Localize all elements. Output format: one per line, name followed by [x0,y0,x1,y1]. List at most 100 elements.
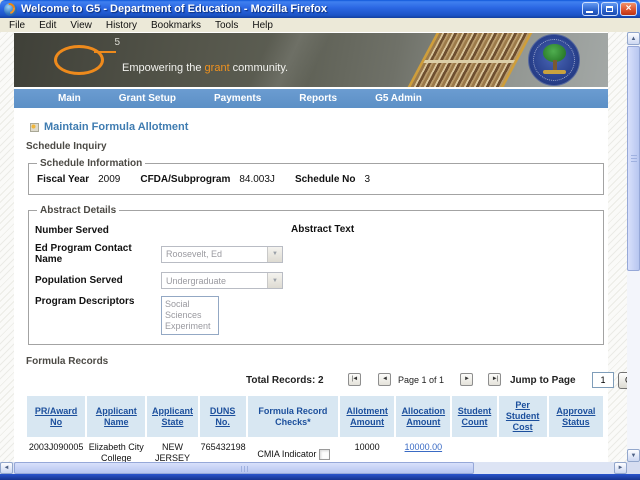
population-served-select[interactable]: Undergraduate ▼ [161,272,283,289]
page-title-row: Maintain Formula Allotment [30,121,606,133]
scrollbar-corner [627,462,640,474]
allocation-amount-link[interactable]: 10000.00 [405,442,443,452]
col-header-applicant-state[interactable]: Applicant State [147,396,197,437]
descriptor-option[interactable]: Social Sciences [165,299,215,321]
page-viewport: 5 Empowering the grant community. Main G… [0,32,627,462]
col-header-applicant-name[interactable]: Applicant Name [87,396,145,437]
col-header-link[interactable]: Allotment Amount [346,406,388,427]
abstract-details-fieldset: Abstract Details Abstract Text Number Se… [28,205,604,345]
cmia-indicator-checkbox[interactable] [319,449,330,460]
schedule-information-legend: Schedule Information [37,158,145,169]
cell-applicant-name: Elizabeth City College [87,439,145,462]
contact-name-value: Roosevelt, Ed [162,249,267,259]
menu-item-edit[interactable]: Edit [32,20,63,31]
tagline-pre: Empowering the [122,62,205,74]
scrollbar-grip-icon [241,466,249,472]
col-header-approval-status[interactable]: Approval Status [549,396,603,437]
scroll-down-button[interactable]: ▼ [627,449,640,462]
horizontal-scrollbar[interactable]: ◄ ► [0,462,627,474]
col-header-pr-award-no[interactable]: PR/Award No [27,396,85,437]
cmia-indicator-label: CMIA Indicator [249,449,319,460]
cmia-check-row: CMIA Indicator [249,442,337,462]
col-header-link[interactable]: Applicant State [152,406,193,427]
vertical-scrollbar-thumb[interactable] [627,46,640,271]
last-page-button[interactable]: ►| [488,373,501,386]
cell-duns-no: 765432198 [200,439,246,462]
nav-item-payments[interactable]: Payments [214,93,261,104]
col-header-allocation-amount[interactable]: Allocation Amount [396,396,450,437]
chevron-down-icon: ▼ [267,273,282,288]
cell-cmia-indicator: CMIA Indicator [248,439,338,462]
fiscal-year-field: Fiscal Year 2009 [37,174,120,185]
col-header-link[interactable]: Student Count [458,406,492,427]
window-title: Welcome to G5 - Department of Education … [21,3,580,15]
titlebar[interactable]: Welcome to G5 - Department of Education … [0,0,640,18]
scroll-left-button[interactable]: ◄ [0,462,13,474]
minimize-button[interactable] [582,2,599,16]
contact-name-row: Ed Program Contact Name Roosevelt, Ed ▼ [35,243,597,265]
col-header-link[interactable]: Allocation Amount [402,406,446,427]
table-row: 2003J090005 Elizabeth City College NEW J… [27,439,603,462]
cell-allotment-amount: 10000 [340,439,394,462]
page-of-label: Page 1 of 1 [396,375,446,385]
program-descriptors-label: Program Descriptors [35,296,161,307]
col-header-student-count[interactable]: Student Count [452,396,496,437]
col-header-link[interactable]: PR/Award No [35,406,77,427]
schedule-no-value: 3 [365,174,371,185]
col-header-link[interactable]: Applicant Name [96,406,137,427]
g5-banner: 5 Empowering the grant community. [14,33,608,87]
cfda-subprogram-field: CFDA/Subprogram 84.003J [140,174,275,185]
scroll-right-button[interactable]: ► [614,462,627,474]
menu-item-tools[interactable]: Tools [208,20,245,31]
abstract-details-legend: Abstract Details [37,205,119,216]
menu-item-help[interactable]: Help [245,20,280,31]
col-header-link[interactable]: Per Student Cost [506,400,540,432]
first-page-button[interactable]: |◄ [348,373,361,386]
descriptor-option[interactable]: Experiment [165,321,215,332]
cell-allocation-amount: 10000.00 [396,439,450,462]
restore-button[interactable] [601,2,618,16]
menu-item-bookmarks[interactable]: Bookmarks [144,20,208,31]
col-header-allotment-amount[interactable]: Allotment Amount [340,396,394,437]
g5-logo: 5 [54,41,108,77]
menu-item-view[interactable]: View [63,20,99,31]
nav-item-g5-admin[interactable]: G5 Admin [375,93,422,104]
nav-item-main[interactable]: Main [58,93,81,104]
firefox-swirl [2,0,17,15]
col-header-formula-record-checks: Formula Record Checks* [248,396,338,437]
contact-name-label: Ed Program Contact Name [35,243,161,265]
schedule-information-row: Fiscal Year 2009 CFDA/Subprogram 84.003J… [35,171,597,187]
menubar: File Edit View History Bookmarks Tools H… [0,18,640,32]
jump-to-page-input[interactable] [592,372,614,388]
col-header-per-student-cost[interactable]: Per Student Cost [499,396,547,437]
dept-of-education-seal [528,34,580,86]
vertical-scrollbar[interactable]: ▲ ▼ [627,32,640,462]
cfda-subprogram-value: 84.003J [239,174,275,185]
menu-item-file[interactable]: File [2,20,32,31]
next-page-button[interactable]: ► [460,373,473,386]
fiscal-year-label: Fiscal Year [37,174,89,185]
g5-logo-bar [94,51,116,53]
horizontal-scrollbar-thumb[interactable] [14,462,474,474]
col-header-link[interactable]: Approval Status [556,406,595,427]
program-descriptors-listbox[interactable]: Social Sciences Experiment [161,296,219,335]
col-header-link[interactable]: DUNS No. [210,406,236,427]
cell-applicant-state: NEW JERSEY [147,439,197,462]
menu-item-history[interactable]: History [99,20,144,31]
formula-records-label: Formula Records [26,356,606,367]
close-button[interactable]: × [620,2,637,16]
page-content: Maintain Formula Allotment Schedule Inqu… [14,121,608,462]
firefox-icon [4,3,17,16]
prev-page-button[interactable]: ◄ [378,373,391,386]
banner-tagline: Empowering the grant community. [122,62,288,74]
scrollbar-grip-icon [631,155,637,163]
contact-name-select[interactable]: Roosevelt, Ed ▼ [161,246,283,263]
cell-per-student-cost [499,439,547,462]
go-button[interactable]: Go [618,372,627,389]
scroll-up-button[interactable]: ▲ [627,32,640,45]
page-title: Maintain Formula Allotment [44,121,188,133]
nav-item-reports[interactable]: Reports [299,93,337,104]
col-header-duns-no[interactable]: DUNS No. [200,396,246,437]
browser-window: Welcome to G5 - Department of Education … [0,0,640,480]
nav-item-grant-setup[interactable]: Grant Setup [119,93,176,104]
